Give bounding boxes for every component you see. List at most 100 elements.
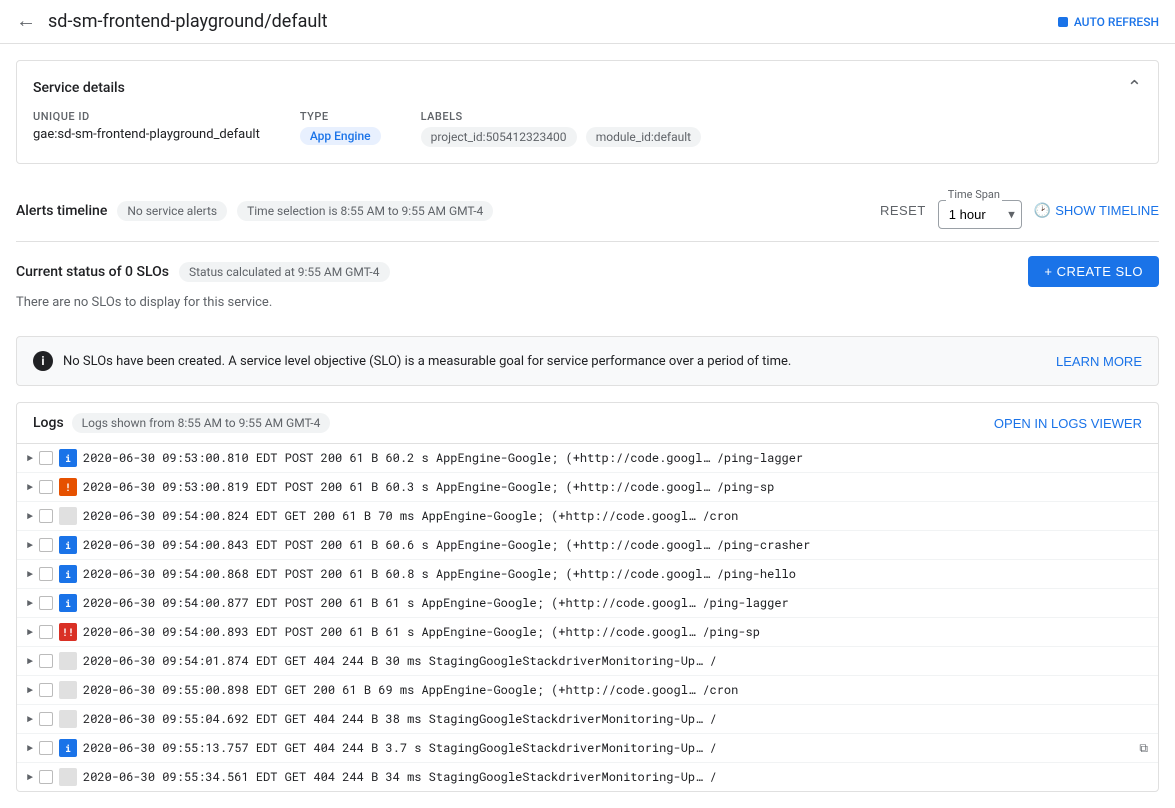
logs-section: Logs Logs shown from 8:55 AM to 9:55 AM … (16, 402, 1159, 792)
info-banner-left: i No SLOs have been created. A service l… (33, 351, 791, 371)
log-level-badge: ! (59, 478, 77, 496)
unique-id-value: gae:sd-sm-frontend-playground_default (33, 127, 260, 142)
label2-value: default (654, 130, 691, 144)
log-row: ► i 2020-06-30 09:54:00.877 EDT POST 200… (17, 589, 1158, 618)
log-level-badge: i (59, 739, 77, 757)
log-level-badge: i (59, 536, 77, 554)
log-checkbox[interactable] (39, 654, 53, 668)
log-checkbox[interactable] (39, 712, 53, 726)
expand-icon[interactable]: ► (27, 509, 33, 523)
expand-icon[interactable]: ► (27, 480, 33, 494)
expand-icon[interactable]: ► (27, 451, 33, 465)
labels-label: LABELS (421, 110, 708, 123)
log-row: ► 2020-06-30 09:54:01.874 EDT GET 404 24… (17, 647, 1158, 676)
log-level-badge (59, 768, 77, 786)
log-checkbox[interactable] (39, 480, 53, 494)
slo-section: Current status of 0 SLOs Status calculat… (16, 242, 1159, 326)
unique-id-col: UNIQUE ID gae:sd-sm-frontend-playground_… (33, 110, 260, 142)
log-checkbox[interactable] (39, 567, 53, 581)
label2-key: module_id: (596, 130, 654, 144)
no-alerts-badge: No service alerts (117, 201, 227, 221)
expand-icon[interactable]: ► (27, 770, 33, 784)
log-level-badge (59, 652, 77, 670)
back-button[interactable]: ← (16, 10, 36, 33)
label-chip-1: project_id:505412323400 (421, 127, 577, 147)
slo-title: Current status of 0 SLOs (16, 264, 169, 280)
expand-icon[interactable]: ► (27, 538, 33, 552)
slo-title-row: Current status of 0 SLOs Status calculat… (16, 262, 390, 282)
type-value: App Engine (300, 127, 381, 145)
alerts-right: RESET Time Span 1 hour 6 hours 1 day 1 w… (880, 192, 1159, 229)
page-title: sd-sm-frontend-playground/default (48, 11, 328, 32)
header-left: ← sd-sm-frontend-playground/default (16, 10, 328, 33)
log-row: ► i 2020-06-30 09:55:13.757 EDT GET 404 … (17, 734, 1158, 763)
learn-more-button[interactable]: LEARN MORE (1056, 354, 1142, 369)
logs-time-badge: Logs shown from 8:55 AM to 9:55 AM GMT-4 (72, 413, 331, 433)
service-details-row: UNIQUE ID gae:sd-sm-frontend-playground_… (33, 110, 1142, 147)
open-logs-button[interactable]: OPEN IN LOGS VIEWER (994, 416, 1142, 431)
labels-value: project_id:505412323400 module_id:defaul… (421, 127, 708, 147)
alerts-title: Alerts timeline (16, 203, 107, 219)
expand-icon[interactable]: ► (27, 625, 33, 639)
logs-title-row: Logs Logs shown from 8:55 AM to 9:55 AM … (33, 413, 330, 433)
unique-id-label: UNIQUE ID (33, 110, 260, 123)
log-checkbox[interactable] (39, 741, 53, 755)
log-level-badge (59, 507, 77, 525)
log-row: ► 2020-06-30 09:55:04.692 EDT GET 404 24… (17, 705, 1158, 734)
log-level-badge: i (59, 449, 77, 467)
log-text: 2020-06-30 09:55:00.898 EDT GET 200 61 B… (83, 682, 1148, 698)
expand-icon[interactable]: ► (27, 741, 33, 755)
card-header: Service details ⌃ (33, 77, 1142, 98)
log-checkbox[interactable] (39, 509, 53, 523)
log-checkbox[interactable] (39, 596, 53, 610)
auto-refresh-label: AUTO REFRESH (1074, 15, 1159, 29)
expand-icon[interactable]: ► (27, 596, 33, 610)
time-selection-badge: Time selection is 8:55 AM to 9:55 AM GMT… (237, 201, 493, 221)
log-level-badge: !! (59, 623, 77, 641)
alerts-section: Alerts timeline No service alerts Time s… (16, 180, 1159, 242)
main-content: Service details ⌃ UNIQUE ID gae:sd-sm-fr… (0, 60, 1175, 792)
log-row: ► i 2020-06-30 09:53:00.810 EDT POST 200… (17, 444, 1158, 473)
expand-icon[interactable]: ► (27, 567, 33, 581)
time-span-select[interactable]: 1 hour 6 hours 1 day 1 week (939, 201, 1021, 228)
log-checkbox[interactable] (39, 451, 53, 465)
expand-icon[interactable]: ► (27, 712, 33, 726)
collapse-button[interactable]: ⌃ (1127, 77, 1142, 98)
log-level-badge (59, 681, 77, 699)
info-banner: i No SLOs have been created. A service l… (16, 336, 1159, 386)
expand-icon[interactable]: ► (27, 654, 33, 668)
info-icon: i (33, 351, 53, 371)
log-row: ► 2020-06-30 09:55:00.898 EDT GET 200 61… (17, 676, 1158, 705)
label-chip-2: module_id:default (586, 127, 701, 147)
log-checkbox[interactable] (39, 625, 53, 639)
type-chip: App Engine (300, 127, 381, 145)
log-text: 2020-06-30 09:54:00.893 EDT POST 200 61 … (83, 624, 1148, 640)
time-span-wrapper: Time Span 1 hour 6 hours 1 day 1 week ▾ (938, 196, 1022, 229)
expand-icon[interactable]: ► (27, 683, 33, 697)
log-row: ► 2020-06-30 09:55:34.561 EDT GET 404 24… (17, 763, 1158, 791)
log-row: ► i 2020-06-30 09:54:00.868 EDT POST 200… (17, 560, 1158, 589)
auto-refresh-button[interactable]: AUTO REFRESH (1058, 15, 1159, 29)
type-col: TYPE App Engine (300, 110, 381, 145)
logs-header: Logs Logs shown from 8:55 AM to 9:55 AM … (17, 403, 1158, 444)
type-label: TYPE (300, 110, 381, 123)
log-checkbox[interactable] (39, 538, 53, 552)
info-text: No SLOs have been created. A service lev… (63, 354, 791, 369)
log-text: 2020-06-30 09:54:01.874 EDT GET 404 244 … (83, 653, 1148, 669)
time-span-select-wrapper: 1 hour 6 hours 1 day 1 week ▾ (938, 200, 1022, 229)
log-text: 2020-06-30 09:54:00.843 EDT POST 200 61 … (83, 537, 1148, 553)
slo-header-row: Current status of 0 SLOs Status calculat… (16, 256, 1159, 287)
external-link-icon[interactable]: ⧉ (1139, 740, 1148, 756)
card-title: Service details (33, 80, 125, 96)
create-slo-button[interactable]: + CREATE SLO (1028, 256, 1159, 287)
reset-button[interactable]: RESET (880, 203, 926, 218)
time-span-label: Time Span (946, 188, 1002, 201)
show-timeline-button[interactable]: 🕑 SHOW TIMELINE (1034, 202, 1159, 219)
log-level-badge: i (59, 594, 77, 612)
log-checkbox[interactable] (39, 770, 53, 784)
log-text: 2020-06-30 09:55:34.561 EDT GET 404 244 … (83, 769, 1148, 785)
label1-key: project_id: (431, 130, 486, 144)
log-text: 2020-06-30 09:54:00.877 EDT POST 200 61 … (83, 595, 1148, 611)
status-badge: Status calculated at 9:55 AM GMT-4 (179, 262, 390, 282)
log-checkbox[interactable] (39, 683, 53, 697)
